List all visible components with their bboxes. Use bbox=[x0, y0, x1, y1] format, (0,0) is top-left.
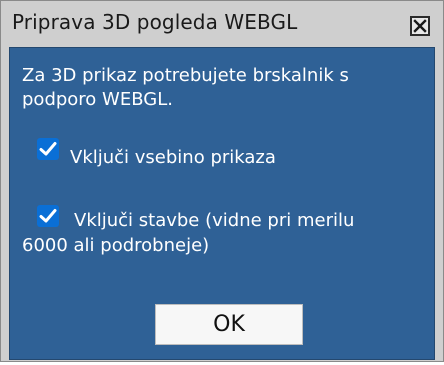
ok-button[interactable]: OK bbox=[155, 304, 303, 345]
dialog-titlebar[interactable]: Priprava 3D pogleda WEBGL bbox=[1, 1, 443, 47]
option-include-content[interactable]: Vključi vsebino prikaza bbox=[37, 138, 276, 170]
close-icon bbox=[413, 19, 427, 33]
include-content-label: Vključi vsebino prikaza bbox=[70, 147, 276, 168]
checkmark-icon bbox=[39, 142, 57, 156]
dialog-content: Za 3D prikaz potrebujete brskalnik s pod… bbox=[9, 47, 435, 360]
webgl-dialog: Priprava 3D pogleda WEBGL Za 3D prikaz p… bbox=[0, 0, 444, 362]
include-content-checkbox[interactable] bbox=[37, 138, 59, 160]
dialog-title: Priprava 3D pogleda WEBGL bbox=[12, 10, 298, 34]
include-buildings-label-line1: Vključi stavbe (vidne pri merilu bbox=[74, 210, 355, 231]
include-buildings-label: Vključi stavbe (vidne pri merilu 6000 al… bbox=[22, 208, 412, 258]
webgl-message: Za 3D prikaz potrebujete brskalnik s pod… bbox=[22, 65, 349, 110]
close-button[interactable] bbox=[410, 16, 430, 36]
include-buildings-label-line2: 6000 ali podrobneje) bbox=[22, 235, 210, 256]
